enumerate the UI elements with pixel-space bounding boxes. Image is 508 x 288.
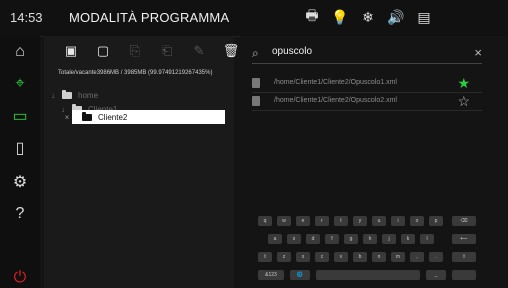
onscreen-keyboard: q w e r t y u i o p ⌫ a s d f g h j k l … bbox=[250, 212, 500, 282]
favorite-star-icon[interactable]: ★ bbox=[457, 75, 470, 92]
key-shift-left[interactable]: ⇧ bbox=[258, 252, 272, 262]
key-period[interactable]: . bbox=[429, 252, 443, 262]
speaker-icon[interactable]: 🔊 bbox=[387, 7, 405, 27]
snowflake-icon[interactable]: ❄ bbox=[359, 7, 377, 27]
key-e[interactable]: e bbox=[296, 216, 310, 226]
search-input[interactable]: opuscolo bbox=[272, 46, 312, 57]
key-f[interactable]: f bbox=[325, 234, 339, 244]
key-w[interactable]: w bbox=[277, 216, 291, 226]
key-l[interactable]: l bbox=[420, 234, 434, 244]
key-v[interactable]: v bbox=[334, 252, 348, 262]
key-numbers[interactable]: &123 bbox=[258, 270, 284, 280]
collapse-icon[interactable]: × bbox=[62, 113, 72, 122]
page-title: MODALITÀ PROGRAMMA bbox=[69, 10, 230, 25]
key-language[interactable]: 🌐 bbox=[290, 270, 310, 280]
key-k[interactable]: k bbox=[401, 234, 415, 244]
search-result[interactable]: /home/Cliente1/Cliente2/Opuscolo2.xml ☆ bbox=[252, 92, 482, 111]
key-shift-right[interactable]: ⇧ bbox=[452, 252, 476, 262]
sidebar: ⌂ ⌖ ▭ ▯ ⚙ ? ⏻ bbox=[0, 36, 40, 288]
key-hide-keyboard[interactable] bbox=[452, 270, 476, 280]
key-c[interactable]: c bbox=[315, 252, 329, 262]
key-b[interactable]: b bbox=[353, 252, 367, 262]
search-result[interactable]: /home/Cliente1/Cliente2/Opuscolo1.xml ★ bbox=[252, 74, 482, 93]
key-z[interactable]: z bbox=[277, 252, 291, 262]
crosshair-icon[interactable]: ⌖ bbox=[10, 74, 30, 94]
key-q[interactable]: q bbox=[258, 216, 272, 226]
key-x[interactable]: x bbox=[296, 252, 310, 262]
file-toolbar: ▣ ▢ ⎘ ⎗ ✎ 🗑 bbox=[62, 42, 240, 60]
power-icon[interactable]: ⏻ bbox=[10, 268, 30, 288]
tree-item-label: Cliente2 bbox=[98, 112, 128, 122]
help-icon[interactable]: ? bbox=[10, 204, 30, 224]
result-path: /home/Cliente1/Cliente2/Opuscolo2.xml bbox=[274, 97, 397, 104]
result-path: /home/Cliente1/Cliente2/Opuscolo1.xml bbox=[274, 79, 397, 86]
bulb-icon[interactable]: 💡 bbox=[331, 7, 349, 27]
key-h[interactable]: h bbox=[363, 234, 377, 244]
key-backspace[interactable]: ⌫ bbox=[452, 216, 476, 226]
file-icon bbox=[252, 96, 260, 106]
printer-icon[interactable]: 🖶 bbox=[303, 7, 321, 27]
clock: 14:53 bbox=[10, 10, 43, 25]
paste-icon[interactable]: ⎗ bbox=[158, 42, 176, 60]
key-p[interactable]: p bbox=[429, 216, 443, 226]
tree-item-label: home bbox=[78, 90, 99, 100]
close-icon[interactable]: × bbox=[474, 45, 482, 60]
search-bar[interactable]: ⌕ opuscolo × bbox=[252, 43, 482, 64]
usb-drive-icon[interactable]: ▤ bbox=[415, 7, 433, 27]
folder-icon bbox=[82, 111, 92, 121]
storage-space-text: Totale/vacante3986MB / 3985MB (99.974912… bbox=[58, 70, 213, 76]
key-m[interactable]: m bbox=[391, 252, 405, 262]
tree-item-cliente2-selected[interactable]: × Cliente2 bbox=[65, 110, 225, 124]
key-i[interactable]: i bbox=[391, 216, 405, 226]
key-d[interactable]: d bbox=[306, 234, 320, 244]
folder-icon bbox=[62, 89, 72, 99]
file-tree-panel: ▣ ▢ ⎘ ⎗ ✎ 🗑 Totale/vacante3986MB / 3985M… bbox=[44, 36, 239, 288]
status-icons: 🖶 💡 ❄ 🔊 ▤ bbox=[303, 7, 433, 27]
search-icon[interactable]: ⌕ bbox=[252, 46, 264, 60]
key-a[interactable]: a bbox=[268, 234, 282, 244]
key-comma[interactable]: , bbox=[410, 252, 424, 262]
door-icon[interactable]: ▯ bbox=[10, 138, 30, 158]
top-bar: 14:53 MODALITÀ PROGRAMMA 🖶 💡 ❄ 🔊 ▤ bbox=[0, 0, 508, 37]
delete-icon[interactable]: 🗑 bbox=[222, 42, 240, 60]
tree-item-home[interactable]: ↓ home bbox=[48, 88, 98, 102]
key-u[interactable]: u bbox=[372, 216, 386, 226]
key-j[interactable]: j bbox=[382, 234, 396, 244]
key-underscore[interactable]: _ bbox=[426, 270, 446, 280]
key-r[interactable]: r bbox=[315, 216, 329, 226]
key-g[interactable]: g bbox=[344, 234, 358, 244]
key-space[interactable] bbox=[316, 270, 420, 280]
new-folder-icon[interactable]: ▣ bbox=[62, 42, 80, 60]
key-s[interactable]: s bbox=[287, 234, 301, 244]
file-icon bbox=[252, 78, 260, 88]
key-o[interactable]: o bbox=[410, 216, 424, 226]
key-y[interactable]: y bbox=[353, 216, 367, 226]
key-n[interactable]: n bbox=[372, 252, 386, 262]
favorite-star-outline-icon[interactable]: ☆ bbox=[457, 93, 470, 110]
folder-icon[interactable]: ▭ bbox=[10, 106, 30, 126]
settings-icon[interactable]: ⚙ bbox=[10, 172, 30, 192]
chevron-down-icon[interactable]: ↓ bbox=[48, 91, 58, 100]
new-file-icon[interactable]: ▢ bbox=[94, 42, 112, 60]
copy-icon[interactable]: ⎘ bbox=[126, 42, 144, 60]
key-enter[interactable]: ⟵ bbox=[452, 234, 476, 244]
home-icon[interactable]: ⌂ bbox=[10, 42, 30, 62]
key-t[interactable]: t bbox=[334, 216, 348, 226]
rename-icon[interactable]: ✎ bbox=[190, 42, 208, 60]
